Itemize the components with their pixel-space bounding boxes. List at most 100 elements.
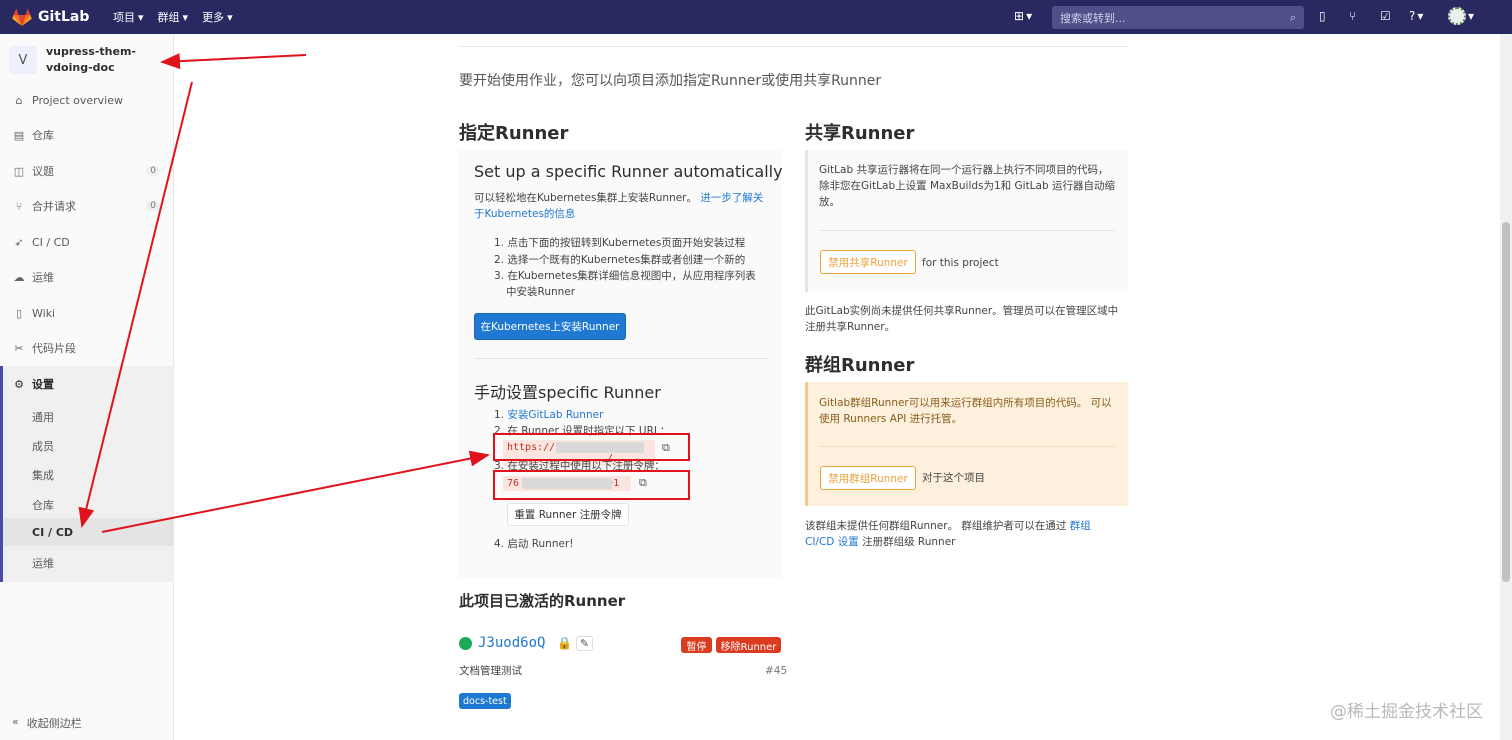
sidebar-item-label: 代码片段 [32,342,76,355]
group-note-prefix: 该群组未提供任何群组Runner。 群组维护者可以在通过 [805,520,1070,532]
nav-groups[interactable]: 群组 ▾ [158,9,189,25]
repo-icon: ▤ [13,128,25,142]
sidebar-item-label: 设置 [32,378,54,391]
nav-more-label: 更多 [202,11,225,24]
manual-step-1: 1. 安装GitLab Runner [494,407,603,423]
auto-setup-title: Set up a specific Runner automatically [474,162,783,181]
runners-intro: 要开始使用作业，您可以向项目添加指定Runner或使用共享Runner [459,73,882,89]
disable-group-runners-button[interactable]: 禁用群组Runner [820,466,916,490]
collapse-sidebar-button[interactable]: « 收起侧边栏 [12,715,82,731]
install-gitlab-runner-link[interactable]: 安装GitLab Runner [507,409,603,421]
watermark: @稀土掘金技术社区 [1330,702,1483,722]
plus-square-icon: ⊞ [1014,9,1025,23]
sidebar-item-project-overview[interactable]: ⌂ Project overview [0,86,174,114]
edit-runner-icon[interactable]: ✎ [576,636,594,651]
manual-setup-title: 手动设置specific Runner [474,383,661,402]
sidebar-item-label: Project overview [32,93,123,107]
sidebar-item-operations[interactable]: ☁ 运维 [0,263,174,291]
sidebar-item-wiki[interactable]: ▯ Wiki [0,299,174,327]
issues-icon: ◫ [13,164,25,178]
sidebar-item-settings[interactable]: ⚙ 设置 [0,370,174,398]
sidebar-item-ci-cd[interactable]: ➶ CI / CD [0,228,174,256]
scissors-icon: ✂ [14,341,24,355]
cloud-icon: ☁ [13,270,25,284]
nav-more[interactable]: 更多 ▾ [202,9,233,25]
pause-runner-button[interactable]: 暂停 [681,637,712,653]
sidebar-item-merge-requests[interactable]: ⑂ 合并请求 0 [0,192,174,220]
active-runners-title: 此项目已激活的Runner [459,592,626,610]
reset-registration-token-button[interactable]: 重置 Runner 注册令牌 [507,503,629,526]
sidebar-sub-ci-cd[interactable]: CI / CD [32,526,73,539]
search-icon: ⌕ [1289,10,1296,24]
manual-step-1-prefix: 1. [494,409,508,421]
project-avatar: V [9,46,37,74]
gitlab-logo[interactable]: GitLab [12,8,96,26]
runner-name-link[interactable]: J3uod6oQ [478,635,545,651]
group-note-suffix: 注册群组级 Runner [858,536,956,548]
nav-projects[interactable]: 项目 ▾ [113,9,144,25]
help-icon: ? [1409,9,1416,23]
sidebar-sub-repository[interactable]: 仓库 [32,497,54,513]
search-input[interactable]: 搜索或转到... ⌕ [1052,6,1304,29]
sidebar-settings-section [0,366,174,582]
top-divider [459,46,1128,47]
rocket-icon: ➶ [14,235,24,249]
shared-for-project-label: for this project [922,257,999,269]
manual-step-4: 4. 启动 Runner! [494,538,574,550]
avatar [1448,7,1466,25]
chevron-down-icon: ▾ [138,10,144,24]
sidebar-item-label: 议题 [32,165,54,178]
gitlab-fox-icon [12,8,32,26]
runner-id: #45 [765,665,788,677]
group-runners-title: 群组Runner [805,355,915,376]
merge-request-icon[interactable]: ⑂ [1349,9,1356,23]
book-icon: ▯ [15,306,23,320]
chevron-down-icon: ▾ [1417,9,1424,23]
auto-step-3: 3. 在Kubernetes集群详细信息视图中，从应用程序列表中安装Runner [494,270,756,298]
sidebar-item-label: Wiki [32,306,56,320]
search-placeholder: 搜索或转到... [1060,11,1126,25]
sidebar-item-issues[interactable]: ◫ 议题 0 [0,157,174,185]
nav-projects-label: 项目 [113,11,135,24]
sidebar-sub-operations[interactable]: 运维 [32,555,54,571]
sidebar-item-label: 运维 [32,271,54,284]
group-for-project-label: 对于这个项目 [922,472,985,484]
runner-description: 文档管理测试 [459,665,522,677]
sidebar-sub-members[interactable]: 成员 [32,438,54,454]
chevron-down-icon: ▾ [1026,9,1033,23]
top-navbar: GitLab 项目 ▾ 群组 ▾ 更多 ▾ ⊞ ▾ 搜索或转到... ⌕ ▯ ⑂ ☑ ?… [0,0,1512,34]
sidebar-item-snippets[interactable]: ✂ 代码片段 [0,334,174,362]
install-runner-on-kubernetes-button[interactable]: 在Kubernetes上安装Runner [474,313,626,340]
group-runners-description: Gitlab群组Runner可以用来运行群组内所有项目的代码。 可以使用 Run… [819,397,1112,425]
issues-count: 0 [146,166,160,176]
chevron-down-icon: ▾ [182,10,189,24]
help-dropdown[interactable]: ? ▾ [1409,9,1423,23]
project-sidebar: V vupress-them-vdoing-doc ⌂ Project overv… [0,34,174,740]
todo-icon[interactable]: ☑ [1380,9,1391,23]
disable-shared-runners-button[interactable]: 禁用共享Runner [820,250,916,274]
chevron-down-icon: ▾ [227,10,233,24]
merge-request-icon: ⑂ [15,199,23,213]
sidebar-toggle-icon[interactable]: ▯ [1319,9,1326,23]
section-divider [474,358,768,359]
sidebar-project-header[interactable]: V vupress-them-vdoing-doc [0,42,174,88]
brand-name: GitLab [38,9,90,25]
auto-step-2: 2. 选择一个既有的Kubernetes集群或者创建一个新的 [494,254,746,266]
collapse-sidebar-label: 收起侧边栏 [26,717,82,730]
merge-requests-count: 0 [146,201,160,211]
shared-runners-description: GitLab 共享运行器将在同一个运行器上执行不同项目的代码，除非您在GitLa… [819,164,1115,208]
project-name: vupress-them-vdoing-doc [46,45,136,74]
shared-divider [819,230,1115,231]
auto-setup-text: 可以轻松地在Kubernetes集群上安装Runner。 [474,192,698,204]
scrollbar-thumb[interactable] [1502,222,1510,582]
remove-runner-button[interactable]: 移除Runner [716,637,781,653]
double-chevron-left-icon: « [12,715,19,728]
user-menu[interactable]: ▾ [1448,7,1474,25]
sidebar-sub-general[interactable]: 通用 [32,409,54,425]
sidebar-sub-integrations[interactable]: 集成 [32,467,54,483]
new-dropdown[interactable]: ⊞ ▾ [1014,9,1032,23]
chevron-down-icon: ▾ [1468,9,1475,23]
sidebar-item-repository[interactable]: ▤ 仓库 [0,121,174,149]
shared-runners-note: 此GitLab实例尚未提供任何共享Runner。管理员可以在管理区域中注册共享R… [805,305,1119,333]
nav-groups-label: 群组 [157,11,180,24]
